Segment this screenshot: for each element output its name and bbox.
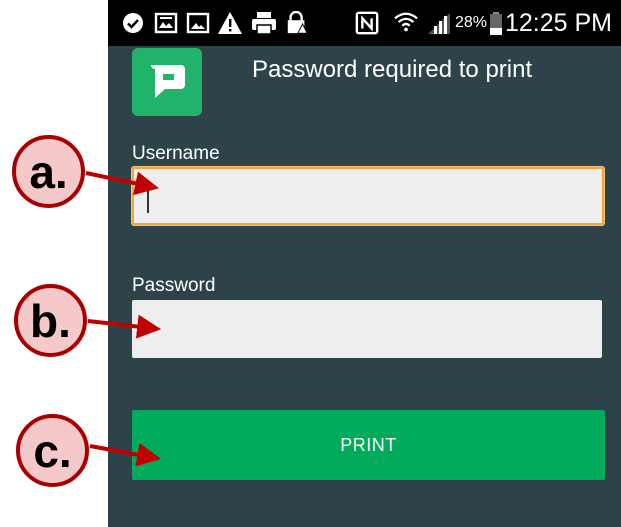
image-icon (154, 12, 178, 34)
username-label: Username (132, 143, 220, 164)
status-bar: 28% 12:25 PM (108, 0, 621, 46)
callout-c: c. (16, 414, 89, 487)
callout-a: a. (12, 135, 85, 208)
signal-icon (428, 13, 450, 34)
battery-percent: 28% (455, 14, 488, 31)
print-icon (252, 12, 276, 35)
password-label: Password (132, 275, 216, 296)
text-caret (147, 181, 149, 213)
nfc-icon (355, 11, 379, 35)
username-input[interactable] (132, 167, 604, 225)
wifi-icon (394, 12, 418, 32)
password-input[interactable] (132, 300, 602, 358)
clock-time: 12:25 PM (505, 9, 613, 37)
print-button[interactable]: PRINT (132, 410, 605, 480)
annotated-screenshot: 28% 12:25 PM Password required to print … (0, 0, 621, 527)
checkmark-circle-icon (123, 13, 143, 33)
photo-icon (186, 12, 210, 34)
phone-screen: 28% 12:25 PM Password required to print … (108, 0, 621, 527)
dialog-title: Password required to print (252, 56, 533, 83)
battery-icon (490, 12, 502, 35)
warning-icon (218, 12, 242, 34)
papercut-logo-icon (132, 48, 202, 116)
lock-icon (287, 11, 308, 34)
callout-b: b. (14, 284, 87, 357)
